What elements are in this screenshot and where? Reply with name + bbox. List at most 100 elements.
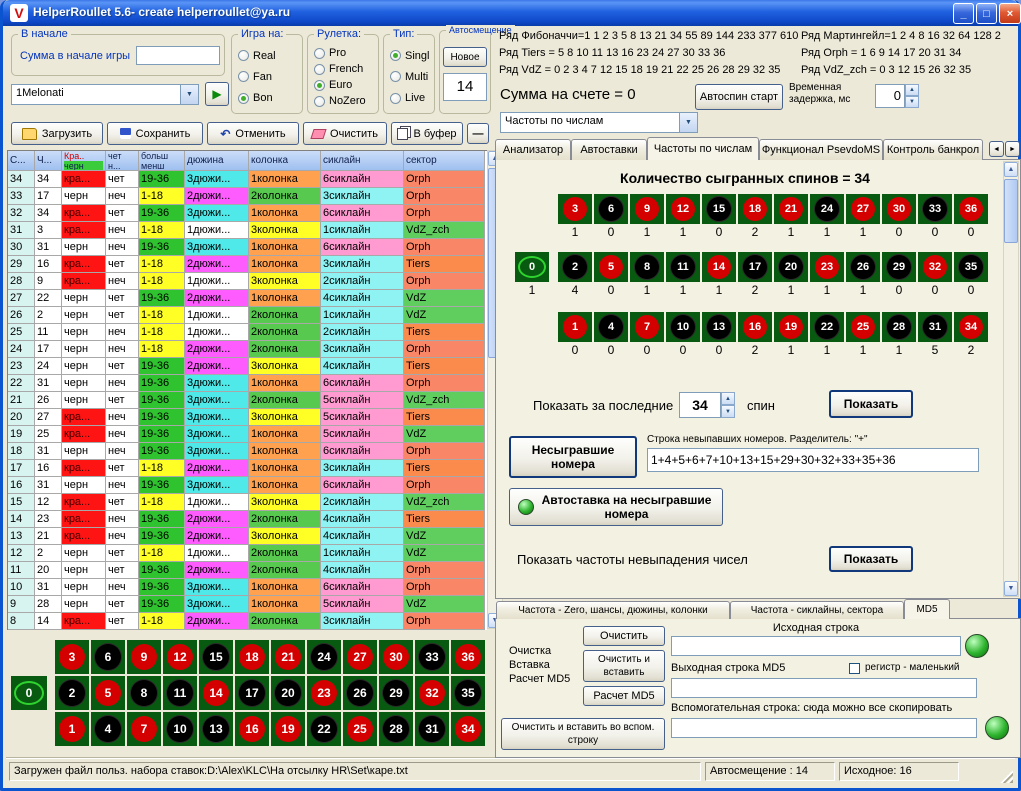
board-cell-19[interactable]: 19 [271,712,305,746]
show-last-spinner[interactable]: ▲ ▼ [721,392,735,418]
md5-out-input[interactable] [671,678,977,698]
board-cell-16[interactable]: 16 [235,712,269,746]
md5-aux-input[interactable] [671,718,977,738]
missing-numbers-button[interactable]: Несыгравшие номера [509,436,637,478]
new-button[interactable]: Новое [443,47,487,67]
close-button[interactable]: × [999,3,1021,24]
delay-value[interactable]: 0 [875,84,905,108]
tab-1[interactable]: Анализатор [495,139,571,160]
resize-grip[interactable] [1000,770,1013,783]
radio-singl[interactable]: Singl [390,49,432,63]
board-cell-9[interactable]: 9 [127,640,161,674]
play-button[interactable]: ▶ [205,82,229,106]
board-cell-33[interactable]: 33 [415,640,449,674]
md5-clear-paste-button[interactable]: Очистить и вставить [583,650,665,682]
clear-button[interactable]: Очистить [303,122,387,145]
tabs-scroll-left-icon[interactable]: ◄ [989,141,1004,157]
scroll-down-icon[interactable]: ▼ [1004,581,1018,596]
board-cell-28[interactable]: 28 [379,712,413,746]
board-cell-8[interactable]: 8 [127,676,161,710]
board-cell-22[interactable]: 22 [307,712,341,746]
tab-2[interactable]: Автоставки [571,139,647,160]
board-cell-3[interactable]: 3 [55,640,89,674]
board-cell-14[interactable]: 14 [199,676,233,710]
board-cell-6[interactable]: 6 [91,640,125,674]
board-cell-26[interactable]: 26 [343,676,377,710]
board-cell-31[interactable]: 31 [415,712,449,746]
board-cell-34[interactable]: 34 [451,712,485,746]
spin-up-icon[interactable]: ▲ [721,392,735,405]
tabs-scroll-right-icon[interactable]: ► [1005,141,1020,157]
board-cell-29[interactable]: 29 [379,676,413,710]
board-cell-5[interactable]: 5 [91,676,125,710]
panel-scrollbar[interactable]: ▲ ▼ [1003,161,1019,597]
show-last-input[interactable]: 34 [679,392,721,418]
bottom-tab-3[interactable]: MD5 [904,599,950,619]
board-cell-25[interactable]: 25 [343,712,377,746]
autospin-button[interactable]: Автоспин старт [695,84,783,110]
board-cell-36[interactable]: 36 [451,640,485,674]
board-cell-13[interactable]: 13 [199,712,233,746]
radio-multi[interactable]: Multi [390,70,432,84]
radio-nozero[interactable]: NoZero [314,94,376,108]
undo-button[interactable]: ↶ Отменить [207,122,299,145]
md5-source-input[interactable] [671,636,961,656]
mode-combobox[interactable]: Частоты по числам ▼ [500,112,698,133]
load-button[interactable]: Загрузить [11,122,103,145]
radio-fan[interactable]: Fan [238,70,300,84]
md5-paste-source-icon[interactable] [965,634,989,658]
board-cell-18[interactable]: 18 [235,640,269,674]
board-cell-23[interactable]: 23 [307,676,341,710]
bottom-tab-2[interactable]: Частота - сиклайны, сектора [730,601,904,619]
board-cell-20[interactable]: 20 [271,676,305,710]
board-cell-15[interactable]: 15 [199,640,233,674]
board-cell-2[interactable]: 2 [55,676,89,710]
bottom-tab-1[interactable]: Частота - Zero, шансы, дюжины, колонки [496,601,730,619]
board-cell-27[interactable]: 27 [343,640,377,674]
tab-3[interactable]: Частоты по числам [647,137,759,160]
panel-scrollbar-thumb[interactable] [1004,179,1018,243]
freq-missing-button[interactable]: Показать [829,546,913,572]
radio-bon[interactable]: Bon [238,91,300,105]
copy-buffer-button[interactable]: В буфер [391,122,463,145]
board-cell-32[interactable]: 32 [415,676,449,710]
board-cell-21[interactable]: 21 [271,640,305,674]
start-sum-input[interactable] [136,46,220,65]
board-cell-17[interactable]: 17 [235,676,269,710]
board-cell-10[interactable]: 10 [163,712,197,746]
radio-french[interactable]: French [314,62,376,76]
md5-clear-button[interactable]: Очистить [583,626,665,646]
board-cell-12[interactable]: 12 [163,640,197,674]
md5-paste-aux-icon[interactable] [985,716,1009,740]
radio-live[interactable]: Live [390,91,432,105]
preset-combobox[interactable]: 1Melonati ▼ [11,84,199,105]
board-cell-7[interactable]: 7 [127,712,161,746]
md5-clear-paste-aux-button[interactable]: Очистить и вставить во вспом. строку [501,718,665,750]
radio-real[interactable]: Real [238,49,300,63]
board-cell-35[interactable]: 35 [451,676,485,710]
collapse-button[interactable]: — [467,123,489,144]
title-bar[interactable]: V HelperRoullet 5.6- create helperroulle… [3,0,1018,26]
save-button[interactable]: Сохранить [107,122,203,145]
spin-up-icon[interactable]: ▲ [905,84,919,96]
spin-down-icon[interactable]: ▼ [721,405,735,418]
board-cell-1[interactable]: 1 [55,712,89,746]
delay-spinner[interactable]: ▲ ▼ [905,84,919,108]
scroll-up-icon[interactable]: ▲ [1004,162,1018,177]
spin-down-icon[interactable]: ▼ [905,96,919,108]
missing-string-input[interactable] [647,448,979,472]
radio-pro[interactable]: Pro [314,46,376,60]
board-cell-zero[interactable]: 0 [11,676,47,710]
board-cell-11[interactable]: 11 [163,676,197,710]
maximize-button[interactable]: □ [976,3,997,24]
radio-euro[interactable]: Euro [314,78,376,92]
chevron-down-icon[interactable]: ▼ [180,85,198,104]
md5-calc-button[interactable]: Расчет MD5 [583,686,665,706]
register-checkbox[interactable] [849,663,860,674]
board-cell-4[interactable]: 4 [91,712,125,746]
show-last-button[interactable]: Показать [829,390,913,418]
autobet-missing-button[interactable]: Автоставка на несыгравшие номера [509,488,723,526]
minimize-button[interactable]: _ [953,3,974,24]
chevron-down-icon[interactable]: ▼ [679,113,697,132]
tab-4[interactable]: Функционал PsevdoMS [759,139,883,160]
